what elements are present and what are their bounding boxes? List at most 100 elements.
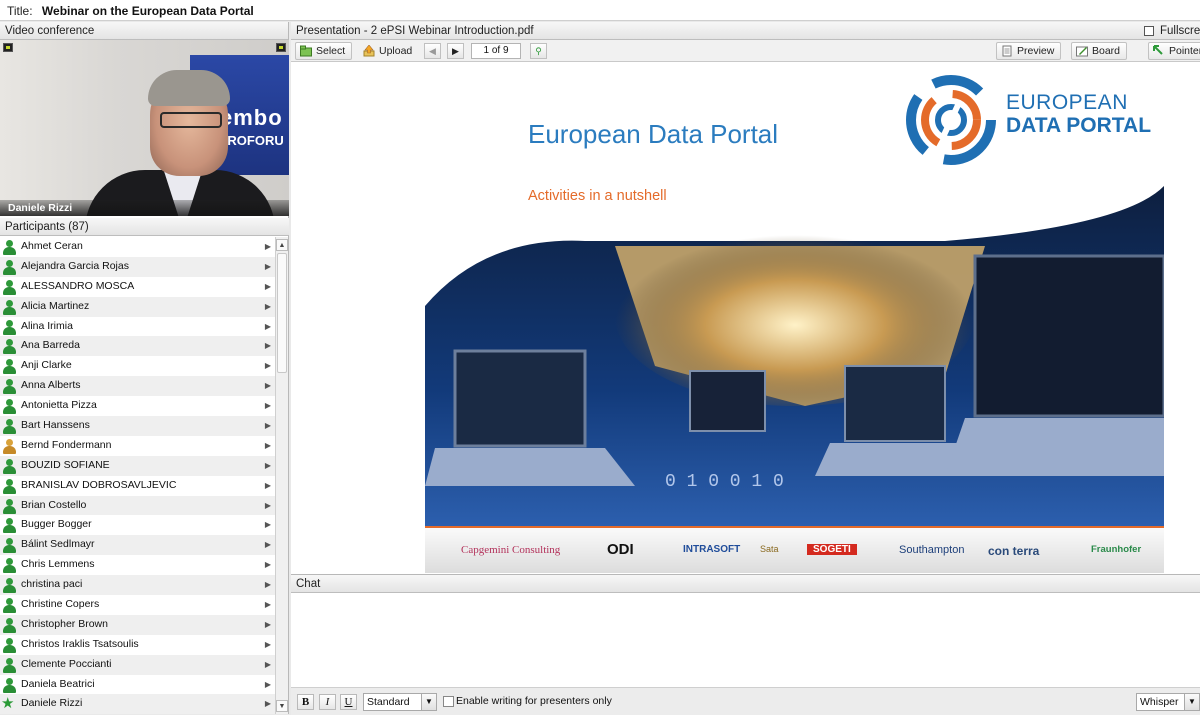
participant-row[interactable]: Christos Iraklis Tsatsoulis ▶ <box>0 635 275 655</box>
participant-menu-icon[interactable]: ▶ <box>265 515 271 535</box>
prev-page-icon[interactable]: ◀ <box>424 43 441 59</box>
participant-menu-icon[interactable]: ▶ <box>265 336 271 356</box>
italic-button[interactable]: I <box>319 694 336 710</box>
participant-row[interactable]: Bart Hanssens ▶ <box>0 416 275 436</box>
scroll-down-icon[interactable]: ▼ <box>276 700 288 712</box>
participant-menu-icon[interactable]: ▶ <box>265 655 271 675</box>
participant-row[interactable]: Bernd Fondermann ▶ <box>0 436 275 456</box>
fullscreen-checkbox[interactable] <box>1144 26 1154 36</box>
participant-row[interactable]: Antonietta Pizza ▶ <box>0 396 275 416</box>
board-pencil-icon <box>1076 46 1088 57</box>
fullscreen-label: Fullscreen <box>1160 25 1200 37</box>
participant-row[interactable]: Anna Alberts ▶ <box>0 376 275 397</box>
user-icon <box>2 677 16 693</box>
european-data-portal-logo-icon <box>906 75 996 165</box>
user-icon <box>2 657 16 673</box>
participant-row[interactable]: ALESSANDRO MOSCA ▶ <box>0 277 275 297</box>
participant-row[interactable]: Anji Clarke ▶ <box>0 356 275 376</box>
bold-button[interactable]: B <box>297 694 314 710</box>
participant-row[interactable]: Chris Lemmens ▶ <box>0 555 275 575</box>
logo-text-line1: EUROPEAN <box>1006 91 1128 114</box>
video-panel-header: Video conference <box>0 22 288 40</box>
participant-menu-icon[interactable]: ▶ <box>265 356 271 376</box>
participant-row[interactable]: christina paci ▶ <box>0 575 275 596</box>
participant-row[interactable]: Daniela Beatrici ▶ <box>0 675 275 695</box>
participant-row[interactable]: Alicia Martinez ▶ <box>0 296 275 317</box>
participant-row[interactable]: Ahmet Ceran ▶ <box>0 237 275 257</box>
participant-menu-icon[interactable]: ▶ <box>265 416 271 436</box>
participant-row[interactable]: Alejandra Garcia Rojas ▶ <box>0 256 275 277</box>
participant-menu-icon[interactable]: ▶ <box>265 496 271 516</box>
underline-button[interactable]: U <box>340 694 357 710</box>
participant-menu-icon[interactable]: ▶ <box>265 595 271 615</box>
user-icon <box>2 240 16 255</box>
participant-row[interactable]: Bálint Sedlmayr ▶ <box>0 535 275 556</box>
participant-row[interactable]: Ana Barreda ▶ <box>0 336 275 357</box>
participant-menu-icon[interactable]: ▶ <box>265 615 271 635</box>
participant-menu-icon[interactable]: ▶ <box>265 376 271 396</box>
participant-row[interactable]: BOUZID SOFIANE ▶ <box>0 455 275 476</box>
user-icon <box>2 339 16 355</box>
video-feed[interactable]: embo UROFORU Daniele Rizzi <box>0 40 289 216</box>
sponsor-logo: con terra <box>988 544 1040 558</box>
camera-icon[interactable] <box>3 43 13 52</box>
participant-name: Christos Iraklis Tsatsoulis <box>21 637 139 650</box>
presenter-user-icon <box>2 438 16 454</box>
preview-button[interactable]: Preview <box>996 42 1062 60</box>
sponsor-logo: Capgemini Consulting <box>461 544 561 556</box>
participant-row[interactable]: Christopher Brown ▶ <box>0 614 275 635</box>
participant-row[interactable]: ★ Daniele Rizzi ▶ <box>0 694 275 714</box>
participant-row[interactable]: Clemente Poccianti ▶ <box>0 654 275 675</box>
participant-menu-icon[interactable]: ▶ <box>265 396 271 416</box>
scroll-up-icon[interactable]: ▲ <box>276 239 288 251</box>
participants-header: Participants (87) <box>0 218 289 236</box>
participant-name: Chris Lemmens <box>21 558 95 571</box>
upload-icon <box>363 45 375 57</box>
participant-menu-icon[interactable]: ▶ <box>265 317 271 337</box>
slide-title: European Data Portal <box>528 119 779 149</box>
participant-menu-icon[interactable]: ▶ <box>265 694 271 714</box>
participant-row[interactable]: Christine Copers ▶ <box>0 595 275 615</box>
sponsor-logos-strip: Capgemini Consulting ODI INTRASOFT Sata … <box>425 526 1164 573</box>
next-page-icon[interactable]: ▶ <box>447 43 464 59</box>
presenters-only-checkbox[interactable] <box>443 696 454 707</box>
pointer-button[interactable]: Pointer <box>1148 42 1200 60</box>
whisper-select[interactable]: Whisper ▼ <box>1136 693 1200 711</box>
slide-canvas[interactable]: European Data Portal Activities in a nut… <box>291 63 1200 573</box>
participant-menu-icon[interactable]: ▶ <box>265 575 271 595</box>
presentation-header: Presentation - 2 ePSI Webinar Introducti… <box>291 22 1200 40</box>
participant-menu-icon[interactable]: ▶ <box>265 237 271 257</box>
participant-menu-icon[interactable]: ▶ <box>265 277 271 297</box>
participants-list: Ahmet Ceran ▶ Alejandra Garcia Rojas ▶ ALESS… <box>0 237 275 714</box>
logo-text-line2: DATA PORTAL <box>1006 114 1152 137</box>
user-icon <box>2 578 16 594</box>
participant-menu-icon[interactable]: ▶ <box>265 257 271 277</box>
participant-menu-icon[interactable]: ▶ <box>265 297 271 317</box>
zoom-icon[interactable]: ⚲ <box>530 43 547 59</box>
participant-row[interactable]: Alina Irimia ▶ <box>0 317 275 337</box>
participants-scrollbar[interactable]: ▲ ▼ <box>275 237 288 714</box>
participant-row[interactable]: Bugger Bogger ▶ <box>0 515 275 535</box>
participant-menu-icon[interactable]: ▶ <box>265 476 271 496</box>
participant-row[interactable]: BRANISLAV DOBROSAVLJEVIC ▶ <box>0 476 275 496</box>
presentation-toolbar: Select Upload ◀ ▶ 1 of 9 ⚲ Preview Board… <box>291 40 1200 62</box>
scroll-thumb[interactable] <box>277 253 287 373</box>
participant-menu-icon[interactable]: ▶ <box>265 436 271 456</box>
board-button[interactable]: Board <box>1071 42 1128 60</box>
user-icon <box>2 458 16 474</box>
participant-menu-icon[interactable]: ▶ <box>265 675 271 695</box>
upload-button[interactable]: Upload <box>358 42 419 60</box>
select-button[interactable]: Select <box>295 42 353 60</box>
chat-messages[interactable] <box>291 594 1200 687</box>
participant-menu-icon[interactable]: ▶ <box>265 456 271 476</box>
participant-menu-icon[interactable]: ▶ <box>265 555 271 575</box>
user-icon <box>2 538 16 554</box>
participant-menu-icon[interactable]: ▶ <box>265 635 271 655</box>
participant-row[interactable]: Brian Costello ▶ <box>0 495 275 516</box>
participant-name: Anna Alberts <box>21 379 81 392</box>
participant-menu-icon[interactable]: ▶ <box>265 535 271 555</box>
text-style-select[interactable]: Standard ▼ <box>363 693 437 711</box>
slide-image-laptops-map: 0 1 0 0 1 0 <box>425 186 1164 526</box>
camera-settings-icon[interactable] <box>276 43 286 52</box>
page-number-field[interactable]: 1 of 9 <box>471 43 521 59</box>
